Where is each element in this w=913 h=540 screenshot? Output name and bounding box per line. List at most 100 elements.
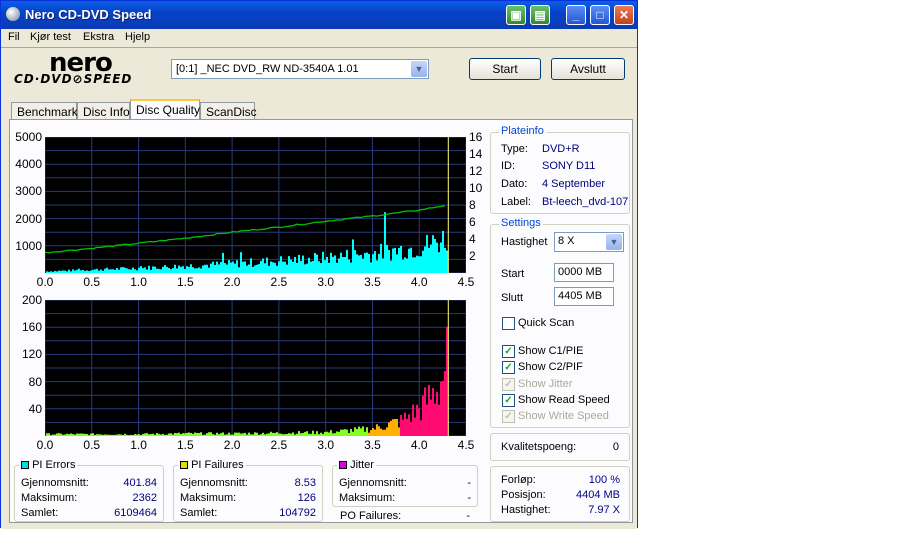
pi-failure-bar [284,434,286,436]
exit-button[interactable]: Avslutt [551,58,625,80]
pi-failure-bar [180,434,182,436]
pi-failure-bar [238,432,240,436]
show-read-speed-checkbox[interactable]: ✓ [502,394,515,407]
pi-error-bar [242,261,244,273]
drive-select[interactable]: [0:1] _NEC DVD_RW ND-3540A 1.01 ▼ [171,59,429,79]
pif-chart-x-tick-label: 4.0 [410,438,428,452]
pif-chart-plot [44,299,467,437]
pif-chart-x-tick-label: 0.5 [83,438,101,452]
pi-error-bar [392,248,394,273]
pie-chart-x-tick-label: 4.0 [410,275,428,289]
pi-failure-bar [122,434,124,436]
tab-benchmark[interactable]: Benchmark [11,102,78,120]
tab-scandisc[interactable]: ScanDisc [200,102,257,120]
pi-failure-bar [132,434,134,436]
pi-failure-bar [156,432,158,436]
pi-failure-bar [422,395,424,436]
start-button[interactable]: Start [469,58,541,80]
pi-failure-bar [142,433,144,436]
pi-error-bar [378,253,380,273]
pi-failure-bar [174,432,176,436]
pi-errors-title: PI Errors [19,459,78,471]
quick-scan-checkbox[interactable] [502,317,515,330]
pi-failure-bar [214,434,216,436]
jitter-max-value: - [467,492,471,504]
jitter-title: Jitter [337,459,376,471]
pie-chart-y-tick-label: 1000 [15,238,42,253]
pi-error-bar [328,262,330,273]
tab-disc-quality[interactable]: Disc Quality [130,99,200,120]
show-c1-pie-checkbox[interactable]: ✓ [502,345,515,358]
pi-error-bar [218,264,220,273]
pi-failure-bar [336,431,338,436]
pi-error-bar [274,262,276,273]
pi-error-bar [236,260,238,273]
pi-failure-bar [362,426,364,436]
end-field[interactable]: 4405 MB [554,287,614,306]
show-c2-pif-checkbox[interactable]: ✓ [502,361,515,374]
chevron-down-icon[interactable]: ▼ [606,234,622,250]
pi-failure-bar [328,432,330,436]
title-bar[interactable]: Nero CD-DVD Speed ▣ ▤ _ □ ✕ [1,1,637,29]
pi-error-bar [330,252,332,273]
pi-failure-bar [354,427,356,436]
pi-failure-bar [124,433,126,436]
pi-error-bar [208,267,210,273]
pi-failure-bar [306,431,308,436]
pi-failure-bar [278,433,280,436]
start-field[interactable]: 0000 MB [554,263,614,282]
pi-error-bar [344,256,346,273]
pi-failure-bar [242,433,244,436]
pi-failure-bar [334,433,336,436]
pi-failure-bar [258,434,260,436]
pi-error-bar [362,258,364,273]
chevron-down-icon[interactable]: ▼ [411,61,427,77]
pi-error-bar [114,269,116,273]
pi-errors-total-label: Samlet: [21,507,59,519]
pi-error-bar [288,256,290,273]
pi-failure-bar [436,392,438,436]
save-icon[interactable]: ▤ [530,5,550,25]
minimize-button[interactable]: _ [566,5,586,25]
pi-error-bar [232,261,234,273]
maximize-button[interactable]: □ [590,5,610,25]
speed-select[interactable]: 8 X ▼ [554,232,624,252]
jitter-group: Jitter Gjennomsnitt: - Maksimum: - [332,459,478,507]
pi-error-bar [134,269,136,273]
pi-failure-bar [92,433,94,436]
close-button[interactable]: ✕ [614,5,634,25]
pi-failure-bar [168,433,170,436]
pi-failures-avg-label: Gjennomsnitt: [180,477,248,489]
pi-failure-bar [426,404,428,436]
pi-error-bar [228,260,230,273]
pi-failure-bar [198,432,200,436]
pi-error-bar [300,260,302,273]
pi-failure-bar [232,434,234,436]
show-c2-pif-label: Show C2/PIF [518,361,583,373]
pif-chart-y-tick-label: 80 [28,374,42,389]
speed-axis-tick-label: 14 [469,147,483,161]
pi-failure-bar [234,432,236,436]
pi-failure-bar [134,433,136,436]
menu-file[interactable]: Fil [8,31,20,43]
pi-failure-bar [346,429,348,436]
menu-extra[interactable]: Ekstra [83,31,114,43]
show-write-speed-checkbox: ✓ [502,410,515,423]
pie-chart-x-tick-label: 1.0 [130,275,147,289]
screenshot-icon[interactable]: ▣ [506,5,526,25]
plateinfo-label-label: Label: [501,196,531,208]
pi-error-bar [72,269,74,273]
menu-help[interactable]: Hjelp [125,31,150,43]
menu-run-test[interactable]: Kjør test [30,31,71,43]
disc-quality-panel: Plateinfo Type: DVD+R ID: SONY D11 Dato:… [9,119,633,523]
pi-error-bar [430,244,432,273]
pi-error-bar [386,244,388,273]
pi-failure-bar [420,420,422,436]
pi-error-bar [306,263,308,273]
pi-errors-total-value: 6109464 [114,507,157,519]
tab-disc-info[interactable]: Disc Info [77,102,130,120]
pie-chart-x-tick-label: 0.5 [83,275,101,289]
pi-error-bar [48,271,50,273]
pi-error-bar [310,261,312,273]
pi-failure-bar [338,431,340,436]
